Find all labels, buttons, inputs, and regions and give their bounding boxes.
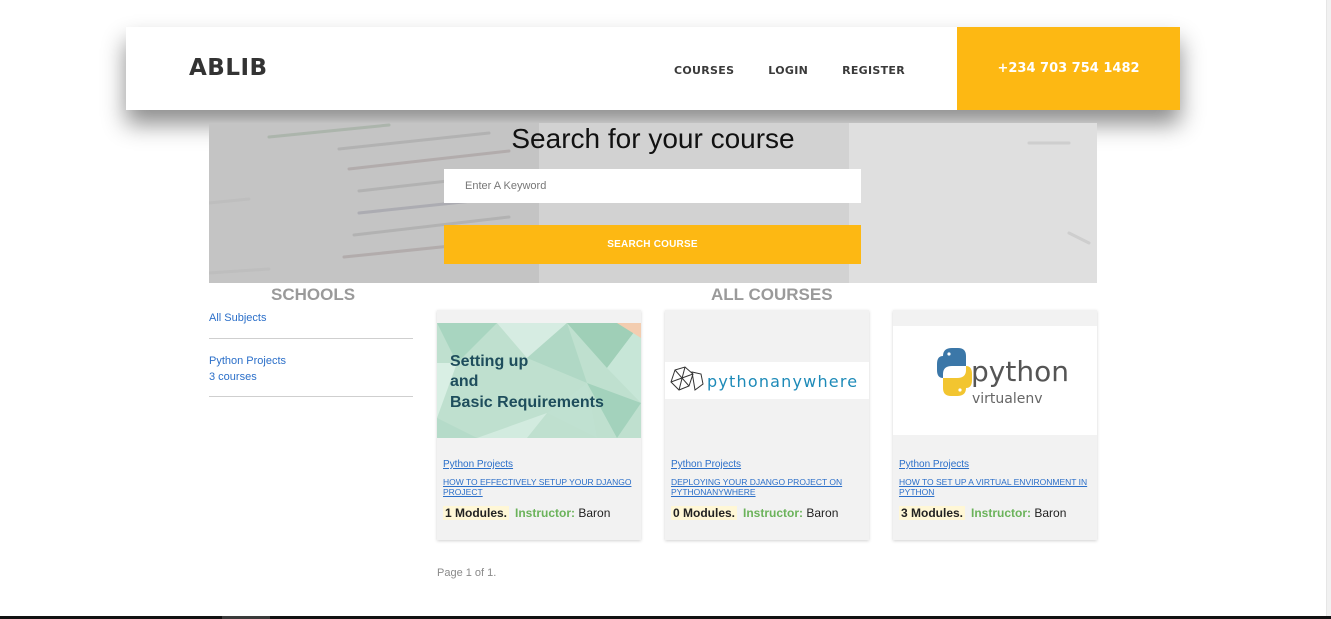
python-wordmark: python <box>971 355 1069 388</box>
thumb-text-line: Basic Requirements <box>450 394 604 411</box>
keyword-search-input[interactable] <box>444 169 861 203</box>
course-info: 1 Modules. Instructor: Baron <box>443 506 610 520</box>
instructor-info: Instructor: Baron <box>743 506 838 520</box>
schools-sidebar: All Subjects Python Projects 3 courses <box>209 310 413 397</box>
course-title-link[interactable]: HOW TO EFFECTIVELY SETUP YOUR DJANGO PRO… <box>443 477 635 497</box>
course-info: 0 Modules. Instructor: Baron <box>671 506 838 520</box>
instructor-name: Baron <box>1034 506 1067 520</box>
course-card[interactable]: python virtualenv Python Projects HOW TO… <box>893 310 1097 540</box>
vertical-scrollbar[interactable] <box>1326 0 1331 619</box>
course-thumbnail-django-setup[interactable]: Setting up and Basic Requirements <box>437 323 641 438</box>
instructor-info: Instructor: Baron <box>971 506 1066 520</box>
pagination-text: Page 1 of 1. <box>437 567 497 579</box>
virtualenv-wordmark: virtualenv <box>972 391 1043 407</box>
course-title-link[interactable]: HOW TO SET UP A VIRTUAL ENVIRONMENT IN P… <box>899 477 1091 497</box>
sidebar-item-python-projects[interactable]: Python Projects 3 courses <box>209 339 413 397</box>
thumb-text-line: and <box>450 373 478 390</box>
sidebar-item-label: All Subjects <box>209 312 267 324</box>
hero-title: Search for your course <box>511 123 795 154</box>
sidebar-item-all-subjects[interactable]: All Subjects <box>209 310 413 339</box>
main-nav: COURSES LOGIN REGISTER <box>674 64 905 77</box>
nav-register-link[interactable]: REGISTER <box>842 64 905 77</box>
pythonanywhere-wordmark: pythonanywhere <box>707 372 858 391</box>
instructor-label: Instructor: <box>971 506 1032 520</box>
nav-login-link[interactable]: LOGIN <box>768 64 808 77</box>
all-courses-heading: ALL COURSES <box>711 285 833 304</box>
phone-banner: +234 703 754 1482 <box>957 27 1180 110</box>
course-category-link[interactable]: Python Projects <box>443 459 513 470</box>
site-header: ABLIB COURSES LOGIN REGISTER +234 703 75… <box>126 27 1180 110</box>
course-category-link[interactable]: Python Projects <box>671 459 741 470</box>
course-thumbnail-virtualenv[interactable]: python virtualenv <box>893 326 1097 435</box>
instructor-label: Instructor: <box>743 506 804 520</box>
modules-count: 3 Modules. <box>899 506 966 520</box>
modules-count: 0 Modules. <box>671 506 738 520</box>
schools-heading: SCHOOLS <box>271 285 356 304</box>
instructor-name: Baron <box>806 506 839 520</box>
course-title-link[interactable]: DEPLOYING YOUR DJANGO PROJECT ON PYTHONA… <box>671 477 863 497</box>
course-card[interactable]: pythonanywhere Python Projects DEPLOYING… <box>665 310 869 540</box>
search-hero: Search for your course SEARCH COURSE <box>209 123 1097 283</box>
sidebar-item-label: Python Projects <box>209 355 287 367</box>
modules-count: 1 Modules. <box>443 506 510 520</box>
search-course-button[interactable]: SEARCH COURSE <box>444 225 861 264</box>
sidebar-item-count: 3 courses <box>209 371 257 383</box>
course-thumbnail-pythonanywhere[interactable]: pythonanywhere <box>665 362 869 399</box>
instructor-name: Baron <box>578 506 611 520</box>
instructor-info: Instructor: Baron <box>515 506 610 520</box>
course-card[interactable]: Setting up and Basic Requirements Python… <box>437 310 641 540</box>
instructor-label: Instructor: <box>515 506 576 520</box>
nav-courses-link[interactable]: COURSES <box>674 64 734 77</box>
phone-number[interactable]: +234 703 754 1482 <box>997 61 1139 76</box>
course-category-link[interactable]: Python Projects <box>899 459 969 470</box>
brand-logo[interactable]: ABLIB <box>189 55 268 81</box>
thumb-text-line: Setting up <box>450 353 528 370</box>
course-info: 3 Modules. Instructor: Baron <box>899 506 1066 520</box>
